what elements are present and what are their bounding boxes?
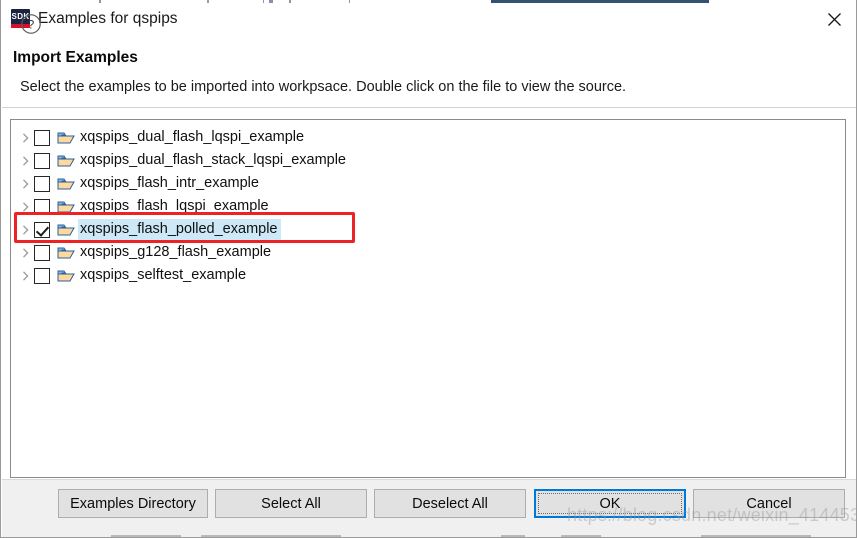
- select-all-button[interactable]: Select All: [215, 489, 367, 518]
- chevron-right-icon[interactable]: [18, 248, 33, 258]
- tree-item-checkbox[interactable]: [34, 199, 50, 215]
- dialog-header: Import Examples Select the examples to b…: [2, 36, 857, 108]
- folder-icon: [57, 245, 75, 261]
- chevron-right-icon[interactable]: [18, 179, 33, 189]
- deselect-all-button[interactable]: Deselect All: [374, 489, 526, 518]
- folder-icon: [57, 268, 75, 284]
- folder-icon: [57, 222, 75, 238]
- page-description: Select the examples to be imported into …: [20, 79, 626, 95]
- tree-item-label: xqspips_selftest_example: [78, 265, 249, 286]
- svg-text:?: ?: [28, 18, 35, 32]
- close-icon[interactable]: [811, 3, 857, 36]
- tree-item-checkbox[interactable]: [34, 245, 50, 261]
- folder-icon: [57, 153, 75, 169]
- examples-directory-button[interactable]: Examples Directory: [58, 489, 208, 518]
- chevron-right-icon[interactable]: [18, 225, 33, 235]
- tree-item-label: xqspips_flash_lqspi_example: [78, 196, 272, 217]
- folder-icon: [57, 199, 75, 215]
- tree-row[interactable]: xqspips_flash_lqspi_example: [11, 195, 845, 218]
- folder-icon: [57, 130, 75, 146]
- tree-row[interactable]: xqspips_dual_flash_lqspi_example: [11, 126, 845, 149]
- folder-icon: [57, 176, 75, 192]
- tree-item-label: xqspips_flash_polled_example: [78, 219, 281, 240]
- examples-tree-list: xqspips_dual_flash_lqspi_example xqspips…: [11, 126, 845, 287]
- chevron-right-icon[interactable]: [18, 133, 33, 143]
- window-title: Examples for qspips: [38, 8, 178, 30]
- import-examples-dialog: SDK Examples for qspips Import Examples …: [0, 0, 857, 538]
- tree-item-checkbox[interactable]: [34, 176, 50, 192]
- tree-item-label: xqspips_flash_intr_example: [78, 173, 262, 194]
- tree-item-checkbox[interactable]: [34, 130, 50, 146]
- tree-item-checkbox[interactable]: [34, 268, 50, 284]
- tree-row[interactable]: xqspips_flash_intr_example: [11, 172, 845, 195]
- tree-item-label: xqspips_dual_flash_lqspi_example: [78, 127, 307, 148]
- tree-row[interactable]: xqspips_g128_flash_example: [11, 241, 845, 264]
- tree-row[interactable]: xqspips_selftest_example: [11, 264, 845, 287]
- ok-button[interactable]: OK: [534, 489, 686, 518]
- cancel-button[interactable]: Cancel: [693, 489, 845, 518]
- tree-item-label: xqspips_g128_flash_example: [78, 242, 274, 263]
- help-icon[interactable]: ?: [20, 13, 42, 35]
- examples-tree-panel[interactable]: xqspips_dual_flash_lqspi_example xqspips…: [10, 119, 846, 478]
- tree-item-checkbox[interactable]: [34, 153, 50, 169]
- tree-item-label: xqspips_dual_flash_stack_lqspi_example: [78, 150, 349, 171]
- tree-row[interactable]: xqspips_dual_flash_stack_lqspi_example: [11, 149, 845, 172]
- title-bar: SDK Examples for qspips: [1, 3, 857, 36]
- page-title: Import Examples: [13, 49, 138, 67]
- ok-button-label: OK: [600, 496, 621, 512]
- tree-item-checkbox[interactable]: [34, 222, 50, 238]
- chevron-right-icon[interactable]: [18, 271, 33, 281]
- chevron-right-icon[interactable]: [18, 156, 33, 166]
- chevron-right-icon[interactable]: [18, 202, 33, 212]
- header-decoration-arc-secondary: [597, 36, 857, 108]
- tree-row[interactable]: xqspips_flash_polled_example: [11, 218, 845, 241]
